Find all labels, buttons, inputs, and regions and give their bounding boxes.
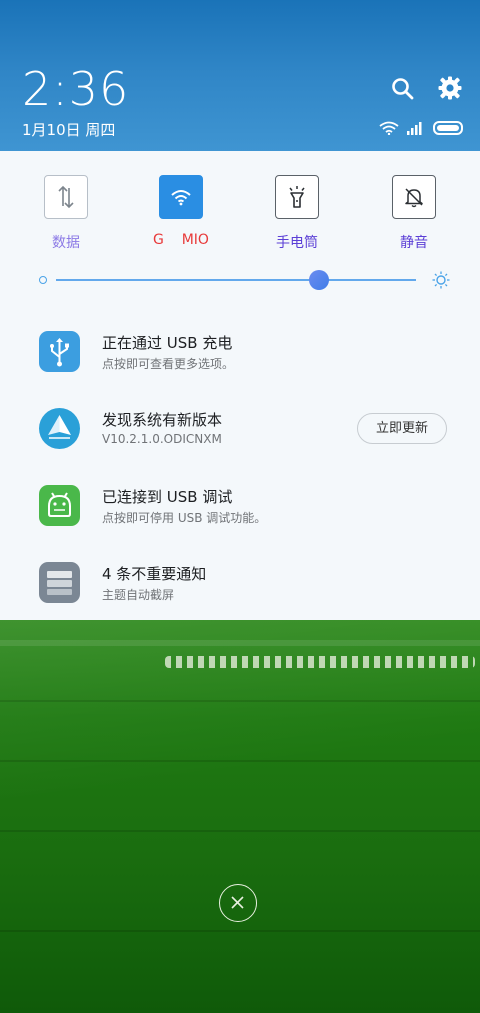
notification-title: 已连接到 USB 调试: [102, 488, 233, 506]
wallpaper-stripe: [0, 760, 480, 762]
toggle-wifi-label: G MIO: [153, 232, 209, 248]
signal-icon: [407, 122, 422, 135]
close-icon: [231, 896, 244, 909]
notification-system-update[interactable]: 发现系统有新版本 V10.2.1.0.ODICNXM 立即更新: [0, 397, 480, 467]
toggle-wifi-box[interactable]: [159, 175, 203, 219]
android-icon: [39, 485, 80, 526]
update-sail-icon: [39, 408, 80, 449]
notification-subtitle: V10.2.1.0.ODICNXM: [102, 432, 222, 446]
notification-panel: 数据 G MIO 手电筒 静音 正在通过 USB 充电 点按即可查看更多选项。 …: [0, 151, 480, 620]
toggle-wifi[interactable]: G MIO: [136, 175, 226, 248]
toggle-mute-label: 静音: [400, 235, 428, 251]
usb-icon: [39, 331, 80, 372]
search-icon[interactable]: [390, 76, 416, 102]
toggle-flashlight-box[interactable]: [275, 175, 319, 219]
toggle-mobile-data-label: 数据: [52, 235, 80, 251]
brightness-track[interactable]: [56, 279, 416, 281]
toggle-mobile-data[interactable]: 数据: [21, 175, 111, 252]
notification-subtitle: 主题自动截屏: [102, 588, 175, 602]
notification-usb-charging[interactable]: 正在通过 USB 充电 点按即可查看更多选项。: [0, 320, 480, 390]
wallpaper-stripe: [0, 930, 480, 932]
notification-usb-debugging[interactable]: 已连接到 USB 调试 点按即可停用 USB 调试功能。: [0, 474, 480, 544]
wifi-icon: [171, 190, 191, 206]
battery-icon: [433, 121, 463, 135]
toggle-flashlight[interactable]: 手电筒: [252, 175, 342, 252]
clear-all-button[interactable]: [219, 884, 257, 922]
clock-time[interactable]: 2:36: [22, 62, 129, 116]
notification-title: 正在通过 USB 充电: [102, 334, 233, 352]
brightness-low-icon: [39, 276, 47, 284]
data-transfer-icon: [58, 185, 74, 209]
wallpaper-stripe: [0, 700, 480, 702]
flashlight-icon: [289, 186, 305, 208]
wallpaper-sheep: [165, 656, 475, 668]
notification-subtitle: 点按即可停用 USB 调试功能。: [102, 511, 267, 525]
notification-subtitle: 点按即可查看更多选项。: [102, 357, 235, 371]
bell-mute-icon: [405, 188, 423, 208]
brightness-high-icon: [432, 271, 450, 289]
notification-unimportant-group[interactable]: 4 条不重要通知 主题自动截屏: [0, 551, 480, 621]
clock-date[interactable]: 1月10日 周四: [22, 119, 115, 140]
gear-icon[interactable]: [437, 75, 463, 101]
notification-title: 4 条不重要通知: [102, 565, 207, 583]
notification-title: 发现系统有新版本: [102, 411, 223, 429]
toggle-flashlight-label: 手电筒: [276, 235, 318, 251]
brightness-thumb[interactable]: [308, 270, 329, 290]
toggle-mute-box[interactable]: [392, 175, 436, 219]
wallpaper-stripe: [0, 830, 480, 832]
wifi-status-icon: [379, 121, 399, 135]
toggle-mute[interactable]: 静音: [369, 175, 459, 252]
toggle-mobile-data-box[interactable]: [44, 175, 88, 219]
stack-icon: [39, 562, 80, 603]
update-now-button[interactable]: 立即更新: [357, 413, 447, 444]
brightness-slider[interactable]: [36, 269, 454, 291]
wallpaper-horizon: [0, 640, 480, 646]
wallpaper-grassland: [0, 620, 480, 1013]
